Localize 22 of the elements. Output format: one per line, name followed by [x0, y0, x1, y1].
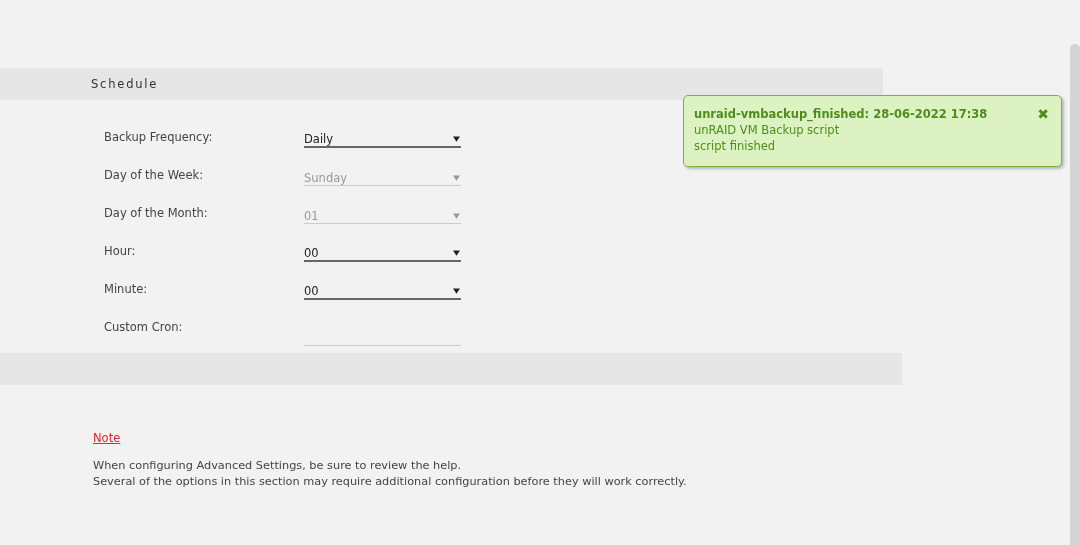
caret-icon	[453, 174, 460, 181]
caret-icon	[453, 288, 460, 294]
field-label: Minute:	[104, 281, 149, 298]
field-label: Day of the Month:	[104, 205, 209, 222]
note-link[interactable]: Note	[93, 431, 121, 445]
dropdown[interactable]: 00	[304, 276, 461, 300]
dropdown[interactable]: 00	[304, 238, 461, 262]
field-label: Custom Cron:	[104, 319, 184, 336]
field-label: Day of the Week:	[104, 167, 204, 184]
notification-text: script finished	[694, 138, 777, 154]
field-label: Hour:	[104, 243, 137, 260]
caret-icon	[453, 212, 460, 219]
section-title: Schedule	[91, 77, 159, 91]
caret-icon	[453, 136, 460, 142]
close-icon[interactable]: ✖	[1037, 106, 1049, 122]
field-label: Backup Frequency:	[104, 129, 214, 146]
dropdown[interactable]: Daily	[304, 124, 461, 148]
scrollbar[interactable]	[1070, 44, 1080, 545]
note-text: When configuring Advanced Settings, be sure to review the help. Several of the options in this section may require additional configuration before they will work correctly.	[93, 458, 688, 490]
notification-text: unRAID VM Backup script	[694, 122, 841, 138]
notification-title: unraid-vmbackup_finished: 28-06-2022 17:38	[694, 106, 988, 122]
caret-icon	[453, 250, 460, 256]
